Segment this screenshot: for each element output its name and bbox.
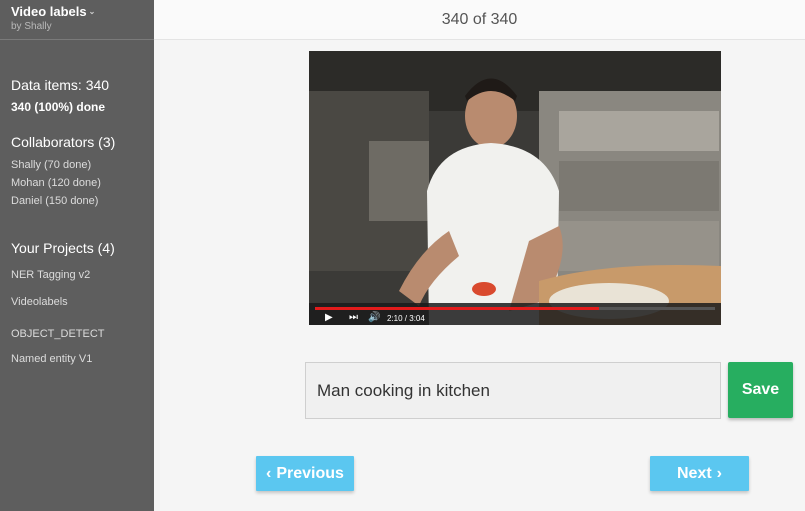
project-header[interactable]: Video labels ⌄ by Shally [0,0,154,40]
next-button[interactable]: Next › [650,456,749,491]
item-counter-bar: 340 of 340 [154,0,805,40]
next-label: Next [676,464,712,482]
label-input[interactable] [305,362,721,419]
projects-heading: Your Projects (4) [11,240,115,256]
video-player[interactable]: ▶ ⏭ 🔊 2:10 / 3:04 [309,51,721,325]
play-icon[interactable]: ▶ [325,312,333,323]
project-title[interactable]: Video labels ⌄ [11,4,154,19]
volume-icon[interactable]: 🔊 [368,312,380,323]
project-link[interactable]: Named entity V1 [11,353,92,365]
video-progress-bar[interactable] [315,307,715,310]
next-track-icon[interactable]: ⏭ [349,312,358,323]
project-owner: by Shally [11,21,52,32]
previous-label: Previous [276,464,344,482]
collaborator-item: Mohan (120 done) [11,177,101,189]
project-link[interactable]: NER Tagging v2 [11,269,90,281]
collaborators-heading: Collaborators (3) [11,134,116,150]
project-link[interactable]: OBJECT_DETECT [11,328,105,340]
previous-button[interactable]: ‹ Previous [256,456,354,491]
video-time: 2:10 / 3:04 [387,314,425,323]
projects-heading-block: Your Projects (4) [11,240,115,256]
collaborators-block: Collaborators (3) Shally (70 done) Mohan… [11,134,115,210]
chevron-left-icon: ‹ [266,464,272,482]
project-title-text: Video labels [11,4,87,19]
data-items-count: Data items: 340 [11,77,110,93]
done-count: 340 (100%) done [11,100,106,114]
item-counter: 340 of 340 [441,11,518,28]
save-button[interactable]: Save [728,362,793,418]
sidebar: Video labels ⌄ by Shally Data items: 340 … [0,0,154,511]
chevron-right-icon: › [716,464,722,482]
project-link[interactable]: Videolabels [11,296,68,308]
collaborator-item: Shally (70 done) [11,159,92,171]
video-frame [309,51,721,325]
collaborator-item: Daniel (150 done) [11,195,99,207]
video-progress-fill [315,307,599,310]
stats-block: Data items: 340 340 (100%) done [11,77,109,114]
chevron-down-icon[interactable]: ⌄ [89,7,96,16]
